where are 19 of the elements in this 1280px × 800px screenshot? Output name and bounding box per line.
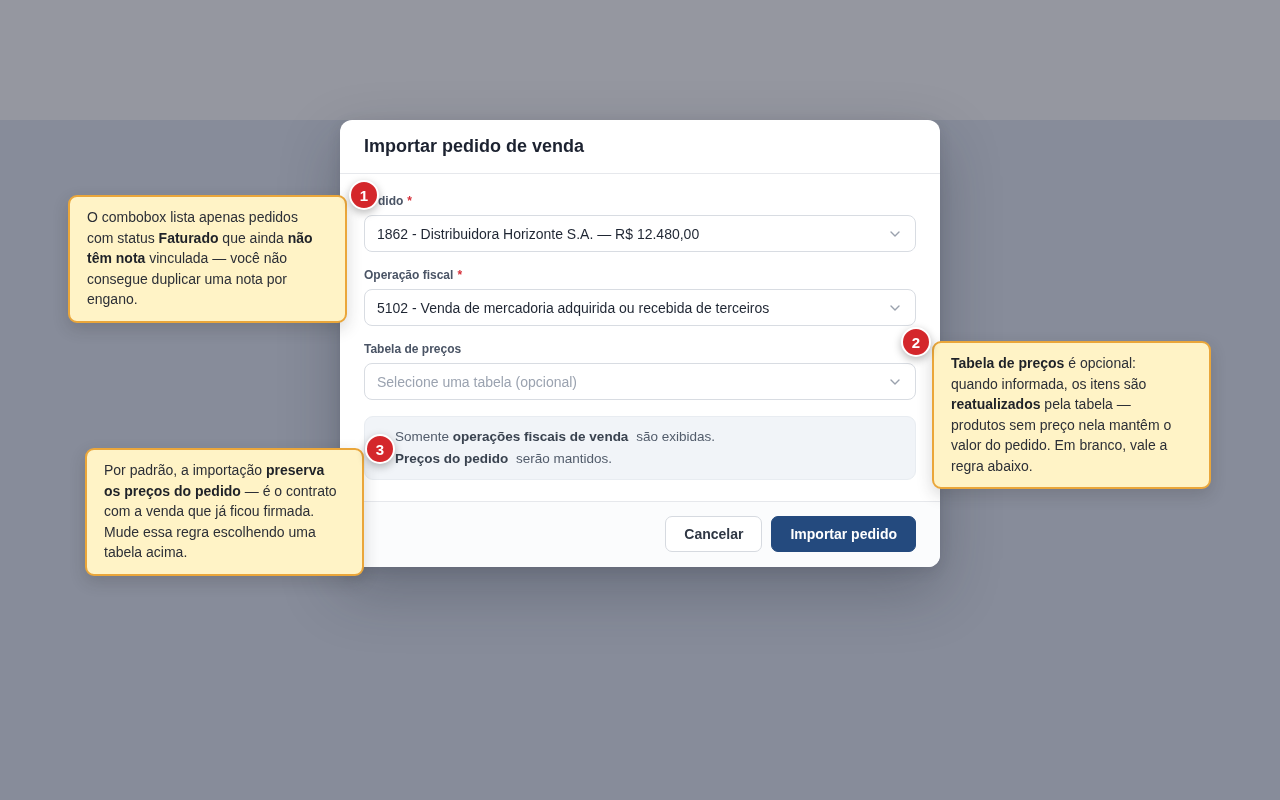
field-label: dido [378, 194, 404, 209]
callout-note: O combobox lista apenas pedidos com status Faturado que ainda não têm nota vinculada — você não consegue duplicar uma nota por engano. [68, 195, 347, 323]
callout-note: Por padrão, a importação preserva os preços do pedido — é o contrato com a venda que já ficou firmada. Mude essa regra escolhendo uma tabela acima. [85, 448, 364, 576]
callout-note: Tabela de preços é opcional: quando informada, os itens são reatualizados pela tabela — produtos sem preço nela mantêm o valor do pedido. Em branco, vale a regra abaixo. [932, 341, 1211, 489]
required-mark: * [457, 268, 463, 283]
info-text: Somente operações fiscais de venda são exibidas. [395, 428, 716, 446]
required-mark: * [407, 194, 412, 209]
cancel-button[interactable]: Cancelar [665, 516, 763, 552]
dropdown-field[interactable]: 1862 - Distribuidora Horizonte S.A. — R$ 12.480,00 [364, 215, 916, 252]
info-text: Preços do pedido serão mantidos. [395, 450, 614, 468]
import-button[interactable]: Importar pedido [771, 516, 916, 552]
dialog-title: Importar pedido de venda [364, 136, 585, 157]
chevron-down-icon [890, 379, 900, 385]
dropdown-field[interactable]: Selecione uma tabela (opcional) [364, 363, 916, 400]
chevron-down-icon [890, 231, 900, 237]
chevron-down-icon [890, 305, 900, 311]
field-label: Tabela de preços [364, 342, 462, 357]
field-label: Operação fiscal [364, 268, 454, 283]
dropdown-field[interactable]: 5102 - Venda de mercadoria adquirida ou recebida de terceiros [364, 289, 916, 326]
